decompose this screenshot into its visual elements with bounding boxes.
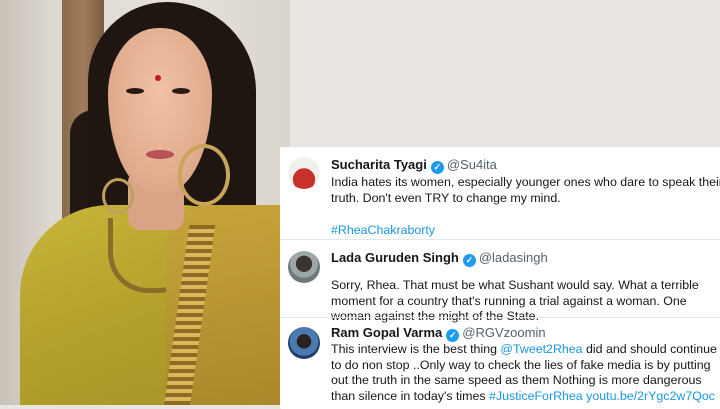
author-handle[interactable]: @ladasingh — [479, 250, 548, 265]
avatar-sucharita[interactable] — [288, 157, 320, 189]
avatar-rgv[interactable] — [288, 327, 320, 359]
author-handle[interactable]: @RGVzoomin — [462, 325, 545, 340]
tweet-hashtag-line: #RheaChakraborty — [331, 223, 720, 239]
woman-photo — [0, 0, 290, 405]
tweet-divider — [280, 239, 720, 240]
author-name[interactable]: Ram Gopal Varma — [331, 325, 442, 340]
hashtag-link[interactable]: #JusticeForRhea — [489, 389, 583, 403]
tweet-header: Ram Gopal Varma ✓ @RGVzoomin — [331, 325, 546, 342]
verified-badge-icon: ✓ — [462, 254, 476, 267]
author-name[interactable]: Sucharita Tyagi — [331, 157, 427, 172]
tweet-text: This interview is the best thing @Tweet2… — [331, 342, 720, 404]
avatar-lada[interactable] — [288, 251, 320, 283]
verified-badge-icon: ✓ — [446, 329, 460, 342]
left-earring — [102, 178, 134, 214]
lips — [146, 150, 174, 159]
tweet-header: Lada Guruden Singh ✓ @ladasingh — [331, 250, 548, 267]
tweet-text: India hates its women, especially younge… — [331, 175, 720, 206]
mention-link[interactable]: @Tweet2Rhea — [500, 342, 582, 356]
hoop-earring — [178, 144, 230, 206]
author-name[interactable]: Lada Guruden Singh — [331, 250, 459, 265]
tweet-header: Sucharita Tyagi ✓ @Su4ita — [331, 157, 497, 174]
right-eye — [172, 88, 190, 94]
author-handle[interactable]: @Su4ita — [447, 157, 497, 172]
left-eye — [126, 88, 144, 94]
tweets-card: Sucharita Tyagi ✓ @Su4ita India hates its … — [280, 147, 720, 409]
tweet-divider — [280, 317, 720, 318]
verified-badge-icon: ✓ — [430, 161, 444, 174]
bindi — [155, 75, 161, 81]
hashtag-link[interactable]: #RheaChakraborty — [331, 223, 435, 237]
tweet-text-content: India hates its women, especially younge… — [331, 175, 720, 205]
youtube-link[interactable]: youtu.be/2rYgc2w7Qoc — [586, 389, 715, 403]
tweet-text-start: This interview is the best thing — [331, 342, 501, 356]
